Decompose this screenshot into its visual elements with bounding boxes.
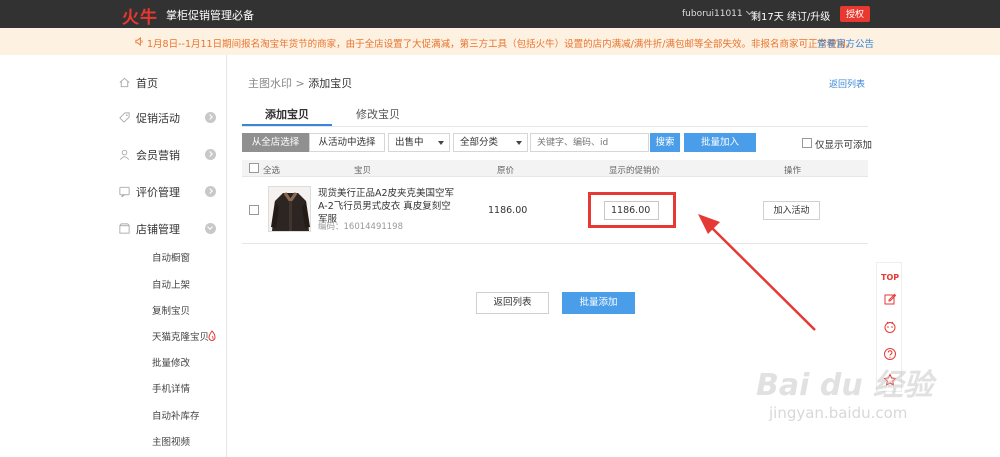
authorize-button[interactable]: 授权	[840, 6, 870, 22]
member-icon	[119, 149, 130, 160]
tab-add-item[interactable]: 添加宝贝	[242, 106, 332, 126]
chat-icon[interactable]	[883, 320, 897, 334]
sidebar-subitem-mobile-detail[interactable]: 手机详情	[152, 381, 190, 395]
sidebar-item-label: 首页	[136, 77, 158, 90]
breadcrumb-separator: >	[295, 77, 305, 90]
chevron-down-icon	[205, 223, 216, 234]
sidebar-item-label: 评价管理	[136, 186, 180, 199]
review-icon	[119, 186, 130, 198]
baidu-watermark-url: jingyan.baidu.com	[769, 404, 908, 422]
tag-icon	[119, 112, 130, 123]
caret-down-icon	[438, 141, 444, 145]
help-icon[interactable]	[883, 347, 897, 361]
notice-text: 1月8日--1月11日期间报名淘宝年货节的商家，由于全店设置了大促满减，第三方工…	[147, 39, 856, 50]
tabs-divider	[242, 126, 868, 127]
store-icon	[119, 223, 130, 234]
sidebar-item-label: 促销活动	[136, 112, 180, 125]
official-notice-link[interactable]: 查看官方公告	[817, 36, 874, 50]
category-select-value: 全部分类	[460, 137, 499, 148]
username: fuborui11011	[682, 9, 743, 19]
notice-bar: 1月8日--1月11日期间报名淘宝年货节的商家，由于全店设置了大促满减，第三方工…	[0, 28, 1000, 55]
back-to-list-button[interactable]: 返回列表	[476, 292, 549, 314]
sidebar-item-reviews[interactable]: 评价管理	[118, 183, 218, 203]
tab-edit-item[interactable]: 修改宝贝	[356, 106, 400, 122]
add-to-activity-button[interactable]: 加入活动	[763, 201, 820, 220]
sidebar-subitem-auto-listing[interactable]: 自动上架	[152, 277, 190, 291]
user-menu[interactable]: fuborui11011	[682, 7, 753, 19]
sidebar-item-member-marketing[interactable]: 会员营销	[118, 146, 218, 166]
breadcrumb-parent[interactable]: 主图水印	[248, 77, 292, 90]
brand-logo[interactable]: 火牛	[122, 3, 158, 28]
only-addable-checkbox[interactable]	[802, 138, 812, 148]
breadcrumb-current: 添加宝贝	[308, 77, 353, 90]
baidu-watermark: Bai du 经验	[756, 368, 934, 403]
column-header-action: 操作	[784, 166, 802, 176]
back-to-list-link[interactable]: 返回列表	[829, 77, 865, 90]
edit-icon[interactable]	[883, 292, 897, 306]
original-price: 1186.00	[488, 205, 528, 216]
sidebar-item-home[interactable]: 首页	[118, 74, 218, 94]
column-header-select-all: 全选	[263, 166, 281, 176]
sidebar-item-label: 会员营销	[136, 149, 180, 162]
search-button[interactable]: 搜索	[650, 133, 680, 152]
chevron-right-icon	[205, 149, 216, 160]
column-header-promo-price: 显示的促销价	[609, 166, 661, 176]
jacket-image	[269, 187, 310, 231]
subscription-status[interactable]: 剩17天 续订/升级	[751, 8, 830, 23]
chevron-right-icon	[205, 186, 216, 197]
product-thumbnail[interactable]	[268, 186, 311, 232]
top-bar: 火牛 掌柜促销管理必备 fuborui11011 剩17天 续订/升级 授权	[0, 0, 1000, 28]
sidebar-subitem-bulk-edit[interactable]: 批量修改	[152, 355, 190, 369]
select-all-checkbox[interactable]	[249, 163, 259, 173]
bulk-add-button[interactable]: 批量加入	[684, 133, 756, 152]
home-icon	[119, 77, 130, 88]
column-header-price: 原价	[497, 166, 515, 176]
row-checkbox[interactable]	[249, 205, 259, 215]
category-select[interactable]: 全部分类	[453, 133, 528, 152]
sidebar-subitem-copy-item[interactable]: 复制宝贝	[152, 303, 190, 317]
annotation-highlight-box	[588, 192, 676, 228]
sidebar-subitem-tmall-clone[interactable]: 天猫克隆宝贝	[152, 329, 209, 343]
breadcrumb: 主图水印 > 添加宝贝	[248, 75, 352, 91]
flame-icon	[208, 330, 216, 341]
from-store-button[interactable]: 从全店选择	[242, 133, 309, 152]
product-code: 编码：16014491198	[318, 222, 403, 232]
caret-down-icon	[516, 141, 522, 145]
from-activity-button[interactable]: 从活动中选择	[309, 133, 385, 152]
keyword-search-input[interactable]	[530, 133, 649, 152]
table-header: 全选 宝贝 原价 显示的促销价 操作	[242, 160, 868, 177]
speaker-icon	[135, 37, 143, 46]
sidebar-item-label: 店铺管理	[136, 223, 180, 236]
sidebar-subitem-auto-restock[interactable]: 自动补库存	[152, 408, 200, 422]
status-select[interactable]: 出售中	[388, 133, 450, 152]
bulk-add-confirm-button[interactable]: 批量添加	[562, 292, 635, 314]
column-header-item: 宝贝	[354, 166, 372, 176]
back-to-top-button[interactable]: TOP	[881, 273, 899, 282]
sidebar-subitem-main-video[interactable]: 主图视频	[152, 434, 190, 448]
sidebar-subitem-auto-showcase[interactable]: 自动橱窗	[152, 250, 190, 264]
brand-slogan: 掌柜促销管理必备	[166, 9, 254, 22]
sidebar-item-store-management[interactable]: 店铺管理	[118, 220, 218, 240]
status-select-value: 出售中	[395, 137, 424, 148]
sidebar-item-promotions[interactable]: 促销活动	[118, 109, 218, 129]
only-addable-label: 仅显示可添加	[815, 140, 873, 151]
chevron-right-icon	[205, 112, 216, 123]
